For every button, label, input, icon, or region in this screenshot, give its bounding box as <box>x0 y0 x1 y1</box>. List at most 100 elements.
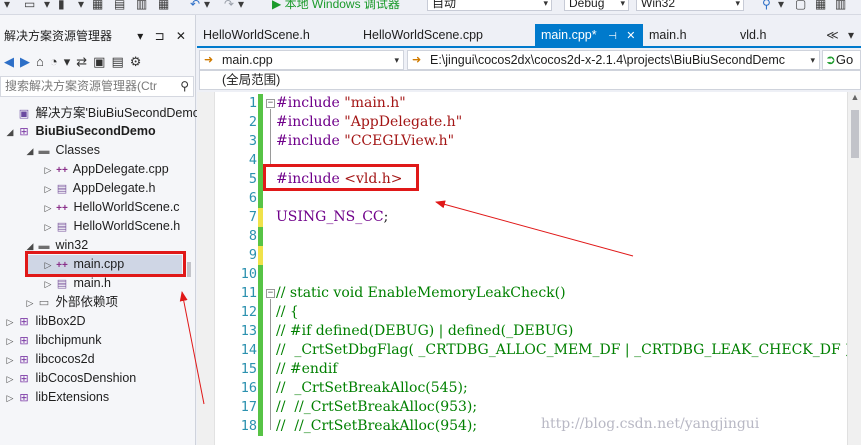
pin-icon[interactable]: ⊣ <box>608 31 617 42</box>
close-icon[interactable]: ✕ <box>626 30 635 42</box>
code-line[interactable]: #include "CCEGLView.h" <box>276 132 454 151</box>
code-line[interactable]: // _CrtSetDbgFlag( _CRTDBG_ALLOC_MEM_DF … <box>276 341 855 360</box>
code-editor[interactable]: 1 #include "main.h" 2 #include "AppDelegate… <box>197 92 861 445</box>
back-icon[interactable]: ◀ <box>4 54 20 69</box>
tree-item-solution[interactable]: ▣ 解决方案'BiuBiuSecondDemo <box>4 104 200 123</box>
undo-icon[interactable]: ↶ <box>190 0 200 12</box>
collapse-icon[interactable]: − <box>266 289 275 298</box>
expander-icon[interactable]: ▷ <box>24 294 36 313</box>
header-file-icon: ▤ <box>56 278 68 290</box>
tree-item-project-biubiu[interactable]: ◢ ⊞ BiuBiuSecondDemo <box>4 122 156 141</box>
tree-item-libcocosdenshion[interactable]: ▷ ⊞ libCocosDenshion <box>4 369 137 389</box>
tab-main-cpp[interactable]: main.cpp* ⊣ ✕ <box>535 24 643 46</box>
expander-icon[interactable]: ▷ <box>4 370 16 389</box>
toolbar-icon[interactable]: ▢ <box>795 0 806 12</box>
show-all-icon[interactable]: ▤ <box>111 54 129 69</box>
path-navigation-combo[interactable]: ➜ E:\jingui\cocos2dx\cocos2d-x-2.1.4\pro… <box>407 50 820 70</box>
code-line[interactable]: #include "AppDelegate.h" <box>276 113 462 132</box>
code-line[interactable]: // //_CrtSetBreakAlloc(954); <box>276 417 477 436</box>
expander-icon[interactable]: ▷ <box>42 199 54 218</box>
go-button[interactable]: ➲Go <box>822 50 861 70</box>
tree-item-libbox2d[interactable]: ▷ ⊞ libBox2D <box>4 312 86 331</box>
dropdown-icon[interactable]: ▾ <box>204 0 210 12</box>
code-line[interactable]: // #if defined(DEBUG) | defined(_DEBUG) <box>276 322 573 341</box>
dropdown-icon[interactable]: ▾ <box>44 0 50 12</box>
expander-icon[interactable]: ▷ <box>42 275 54 294</box>
tree-item-libcocos2d[interactable]: ▷ ⊞ libcocos2d <box>4 350 95 369</box>
history-icon[interactable]: ◔ <box>50 54 64 69</box>
code-line[interactable]: #include "main.h" <box>276 94 406 113</box>
scope-navigation-combo[interactable]: (全局范围) <box>199 70 861 90</box>
saved-change-marker <box>258 227 263 246</box>
expander-icon[interactable]: ▷ <box>4 351 16 370</box>
tree-item-libextensions[interactable]: ▷ ⊞ libExtensions <box>4 388 110 408</box>
tree-item-label: libCocosDenshion <box>35 371 137 385</box>
saved-change-marker <box>258 189 263 208</box>
tree-item-libchipmunk[interactable]: ▷ ⊞ libchipmunk <box>4 331 102 350</box>
expander-icon[interactable]: ▷ <box>4 332 16 351</box>
tree-item-folder-classes[interactable]: ◢ ▬ Classes <box>24 141 100 160</box>
new-file-icon[interactable]: ▭ <box>24 0 35 12</box>
tab-main-h[interactable]: main.h <box>643 24 733 46</box>
expander-icon[interactable]: ▷ <box>42 161 54 180</box>
tree-item-external-deps[interactable]: ▷ ▭ 外部依赖项 <box>24 293 118 312</box>
code-line[interactable]: // _CrtSetBreakAlloc(545); <box>276 379 468 398</box>
expander-icon[interactable]: ▷ <box>4 389 16 408</box>
dropdown-icon[interactable]: ▾ <box>778 0 784 12</box>
save-all-icon[interactable]: ▤ <box>114 0 125 12</box>
scroll-thumb[interactable] <box>851 110 859 158</box>
tree-item-appdelegate-h[interactable]: ▷ ▤ AppDelegate.h <box>42 179 156 198</box>
tree-item-appdelegate-cpp[interactable]: ▷ ++ AppDelegate.cpp <box>42 160 169 179</box>
unsaved-change-marker <box>258 246 263 265</box>
save-icon[interactable]: ▦ <box>92 0 103 12</box>
tab-helloworldscene-cpp[interactable]: HelloWorldScene.cpp <box>357 24 533 46</box>
code-line[interactable]: // //_CrtSetBreakAlloc(953); <box>276 398 477 417</box>
dropdown-icon[interactable]: ▾ <box>64 54 77 69</box>
expander-icon[interactable]: ▷ <box>42 218 54 237</box>
collapse-icon[interactable]: ▣ <box>93 54 111 69</box>
toolbar-overflow-icon[interactable]: ▾ <box>4 0 10 12</box>
search-icon[interactable]: ⚲ <box>180 77 189 96</box>
scroll-up-icon[interactable]: ▲ <box>848 92 861 102</box>
redo-icon[interactable]: ↷ <box>224 0 234 12</box>
file-navigation-combo[interactable]: ➜ main.cpp ▾ <box>199 50 404 70</box>
code-line[interactable]: // #endif <box>276 360 338 379</box>
expanded-icon[interactable]: ◢ <box>4 123 16 142</box>
expander-icon[interactable]: ▷ <box>4 313 16 332</box>
run-debugger-button[interactable]: ▶ 本地 Windows 调试器 <box>272 0 400 12</box>
explorer-search-input[interactable]: 搜索解决方案资源管理器(Ctr ⚲ <box>0 76 194 97</box>
saved-change-marker <box>258 284 263 303</box>
expander-icon[interactable]: ▷ <box>42 180 54 199</box>
panel-window-controls[interactable]: ▾ ⊐ ✕ <box>137 25 190 47</box>
build-config-combo[interactable]: Debug ▾ <box>564 0 629 11</box>
code-line[interactable]: // static void EnableMemoryLeakCheck() <box>276 284 566 303</box>
find-icon[interactable]: ⚲ <box>762 0 771 12</box>
tree-item-label: AppDelegate.cpp <box>72 162 169 176</box>
tab-vld-h[interactable]: vld.h <box>733 24 813 46</box>
dropdown-icon[interactable]: ▾ <box>238 0 244 12</box>
toolbar-icon[interactable]: ▥ <box>835 0 846 12</box>
dropdown-icon[interactable]: ▾ <box>78 0 84 12</box>
explorer-scrollbar[interactable] <box>187 262 191 277</box>
code-line[interactable]: USING_NS_CC; <box>276 208 388 227</box>
tab-overflow-menu[interactable]: ≪ ▾ <box>826 24 857 46</box>
tree-item-helloworld-cpp[interactable]: ▷ ++ HelloWorldScene.c <box>42 198 180 217</box>
properties-icon[interactable]: ⚙ <box>130 54 148 69</box>
platform-combo[interactable]: Win32 ▾ <box>636 0 744 11</box>
sync-icon[interactable]: ⇄ <box>76 54 93 69</box>
home-icon[interactable]: ⌂ <box>36 54 50 69</box>
editor-vertical-scrollbar[interactable]: ▲ <box>847 92 861 445</box>
save-icon[interactable]: ▦ <box>158 0 169 12</box>
forward-icon[interactable]: ▶ <box>20 54 36 69</box>
expanded-icon[interactable]: ◢ <box>24 142 36 161</box>
tab-helloworldscene-h[interactable]: HelloWorldScene.h <box>197 24 357 46</box>
open-icon[interactable]: ▮ <box>58 0 65 12</box>
toolbar-icon[interactable]: ▦ <box>815 0 826 12</box>
collapse-icon[interactable]: − <box>266 99 275 108</box>
tree-item-helloworld-h[interactable]: ▷ ▤ HelloWorldScene.h <box>42 217 181 237</box>
solution-config-combo[interactable]: 自动 ▾ <box>427 0 552 11</box>
save-all-icon[interactable]: ▥ <box>136 0 147 12</box>
indicator-margin[interactable] <box>197 92 215 445</box>
code-line[interactable]: // { <box>276 303 299 322</box>
code-line[interactable]: #include <vld.h> <box>276 170 403 189</box>
